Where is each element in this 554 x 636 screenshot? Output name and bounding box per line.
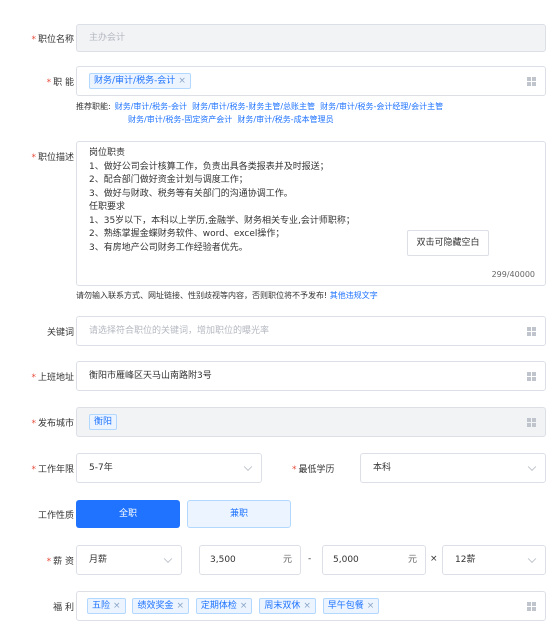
multiply-sign: × [430, 554, 438, 564]
recommend-item[interactable]: 财务/审计/税务-会计 [115, 102, 187, 111]
function-label: * 职 能 [46, 78, 74, 88]
benefit-tag[interactable]: 绩效奖金 × [132, 598, 189, 614]
benefit-tag[interactable]: 定期体检 × [195, 598, 253, 614]
currency-unit: 元 [407, 555, 417, 565]
remove-tag-icon[interactable]: × [113, 601, 121, 611]
city-tag: 衡阳 [89, 414, 118, 430]
job-title-label: * 职位名称 [31, 35, 74, 45]
remove-tag-icon[interactable]: × [178, 76, 186, 86]
grid-icon[interactable] [527, 327, 536, 336]
description-label: * 职位描述 [31, 153, 74, 163]
city-selector[interactable]: 衡阳 [76, 407, 546, 437]
recommend-item[interactable]: 财务/审计/税务-成本管理员 [237, 115, 333, 124]
job-title-input[interactable]: 主办会计 [76, 24, 546, 52]
benefit-tag[interactable]: 周末双休 × [259, 598, 316, 614]
chevron-down-icon [527, 462, 537, 472]
experience-select[interactable]: 5-7年 [76, 453, 262, 483]
recommend-item[interactable]: 财务/审计/税务-会计经理/会计主管 [320, 102, 443, 111]
remove-tag-icon[interactable]: × [176, 601, 184, 611]
salary-label: * 薪 资 [46, 557, 74, 567]
description-row: * 职位描述 岗位职责 1、做好公司会计核算工作，负责出具各类报表并及时报送； 2… [0, 141, 554, 303]
grid-icon[interactable] [527, 602, 536, 611]
remove-tag-icon[interactable]: × [303, 601, 311, 611]
chevron-down-icon [243, 462, 253, 472]
benefits-selector[interactable]: 五险 × 绩效奖金 × 定期体检 × 周末双休 × 早午包餐 × [76, 591, 546, 621]
education-label: * 最低学历 [292, 465, 335, 475]
salary-months-select[interactable]: 12薪 [442, 545, 546, 575]
salary-min-input[interactable]: 3,500 元 [199, 545, 301, 575]
keywords-input[interactable]: 请选择符合职位的关键词，增加职位的曝光率 [76, 316, 546, 346]
recommend-functions: 推荐职能: 财务/审计/税务-会计 财务/审计/税务-财务主管/总账主管 财务/审… [76, 102, 444, 124]
hide-blank-button[interactable]: 双击可隐藏空白 [407, 230, 489, 256]
grid-icon[interactable] [527, 372, 536, 381]
range-dash: - [308, 554, 312, 564]
benefit-tag[interactable]: 早午包餐 × [322, 598, 380, 614]
job-type-row: 工作性质 全职 兼职 [0, 499, 554, 529]
remove-tag-icon[interactable]: × [240, 601, 248, 611]
function-selector[interactable]: 财务/审计/税务-会计 × [76, 66, 546, 96]
experience-education-row: * 工作年限 5-7年 * 最低学历 本科 [0, 453, 554, 483]
education-select[interactable]: 本科 [360, 453, 546, 483]
keywords-row: 关键词 请选择符合职位的关键词，增加职位的曝光率 [0, 316, 554, 346]
description-notice: 请勿输入联系方式、网址链接、性别歧视等内容，否则职位将不予发布! 其他违规文字 [76, 291, 378, 300]
chevron-down-icon [163, 554, 173, 564]
salary-max-input[interactable]: 5,000 元 [322, 545, 426, 575]
grid-icon[interactable] [527, 418, 536, 427]
salary-row: * 薪 资 月薪 3,500 元 - 5,000 元 × 12薪 [0, 545, 554, 575]
keywords-label: 关键词 [46, 328, 74, 338]
salary-type-select[interactable]: 月薪 [76, 545, 182, 575]
part-time-button[interactable]: 兼职 [187, 500, 291, 528]
job-type-label: 工作性质 [37, 511, 74, 521]
full-time-button[interactable]: 全职 [76, 500, 180, 528]
experience-label: * 工作年限 [31, 465, 74, 475]
remove-tag-icon[interactable]: × [367, 601, 375, 611]
grid-icon[interactable] [527, 77, 536, 86]
address-row: * 上班地址 衡阳市雁峰区天马山南路附3号 [0, 361, 554, 391]
function-row: * 职 能 财务/审计/税务-会计 × 推荐职能: 财务/审计/税务-会计 财务/审计… [0, 66, 554, 124]
benefits-row: 福 利 五险 × 绩效奖金 × 定期体检 × 周末双休 × 早午包餐 × [0, 591, 554, 621]
job-title-row: * 职位名称 主办会计 [0, 24, 554, 52]
violation-link[interactable]: 其他违规文字 [330, 291, 378, 300]
city-label: * 发布城市 [31, 419, 74, 429]
address-label: * 上班地址 [31, 373, 74, 383]
address-input[interactable]: 衡阳市雁峰区天马山南路附3号 [76, 361, 546, 391]
city-row: * 发布城市 衡阳 [0, 407, 554, 437]
currency-unit: 元 [282, 555, 292, 565]
recommend-item[interactable]: 财务/审计/税务-财务主管/总账主管 [192, 102, 315, 111]
description-textarea[interactable]: 岗位职责 1、做好公司会计核算工作，负责出具各类报表并及时报送； 2、配合部门做… [76, 141, 546, 286]
benefit-tag[interactable]: 五险 × [87, 598, 126, 614]
benefits-label: 福 利 [53, 603, 74, 613]
char-counter: 299/40000 [491, 270, 535, 279]
chevron-down-icon [527, 554, 537, 564]
recommend-item[interactable]: 财务/审计/税务-固定资产会计 [128, 115, 232, 124]
function-tag[interactable]: 财务/审计/税务-会计 × [89, 73, 191, 89]
